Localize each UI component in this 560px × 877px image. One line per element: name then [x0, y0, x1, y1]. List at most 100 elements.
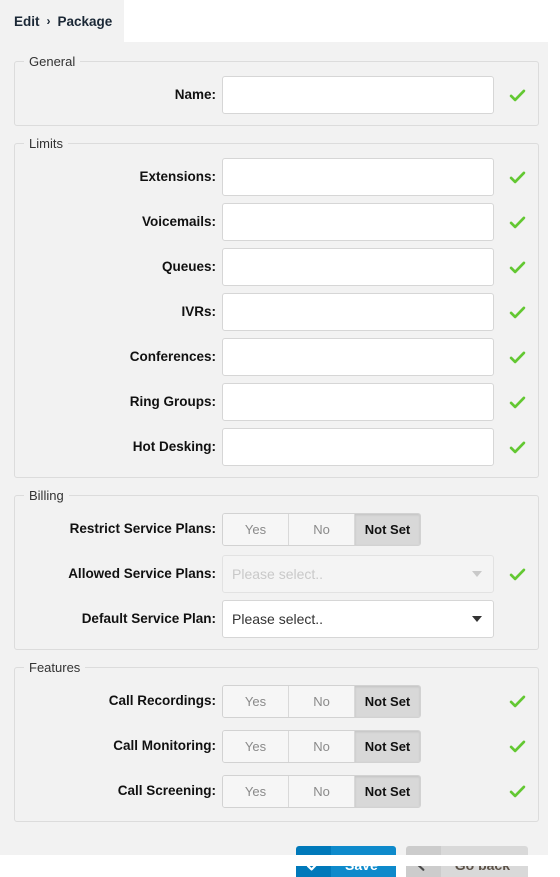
allowed-service-plans-value: Please select.. [232, 566, 324, 582]
label-extensions: Extensions: [139, 168, 216, 184]
section-billing: Billing Restrict Service Plans: Yes No N… [14, 489, 539, 650]
section-features-body: Call Recordings: Yes No Not Set Call Mon… [15, 674, 538, 821]
breadcrumb-current: Package [57, 13, 113, 29]
check-icon [509, 216, 525, 228]
field-wrap-default-service-plan: Please select.. [222, 600, 494, 638]
validity-slot-queues [494, 259, 538, 276]
section-general: General Name: [14, 55, 539, 126]
voicemails-input[interactable] [222, 203, 494, 241]
call-screening-option-no[interactable]: No [289, 775, 355, 807]
field-wrap-queues [222, 248, 494, 286]
call-recordings-option-not-set[interactable]: Not Set [355, 685, 420, 717]
check-icon [509, 351, 525, 363]
section-features-legend: Features [29, 660, 81, 675]
section-features: Features Call Recordings: Yes No Not Set [14, 661, 539, 822]
package-edit-page: Edit › Package General Name: Limits Exte… [0, 0, 560, 877]
field-row-hot-desking: Hot Desking: [15, 428, 538, 466]
call-monitoring-option-not-set[interactable]: Not Set [355, 730, 420, 762]
call-monitoring-option-no[interactable]: No [289, 730, 355, 762]
validity-slot-call-screening [494, 783, 538, 800]
check-icon [509, 171, 525, 183]
check-icon [509, 785, 525, 797]
label-ivrs: IVRs: [181, 303, 216, 319]
ivrs-input[interactable] [222, 293, 494, 331]
section-billing-legend: Billing [29, 488, 64, 503]
breadcrumb-root[interactable]: Edit [14, 14, 40, 29]
field-row-conferences: Conferences: [15, 338, 538, 376]
conferences-input[interactable] [222, 338, 494, 376]
check-icon [509, 306, 525, 318]
field-wrap-hot-desking [222, 428, 494, 466]
call-screening-option-yes[interactable]: Yes [223, 775, 289, 807]
tab-edit-package[interactable]: Edit › Package [0, 0, 124, 42]
extensions-input[interactable] [222, 158, 494, 196]
chevron-down-icon [472, 571, 482, 577]
field-row-default-service-plan: Default Service Plan: Please select.. [15, 600, 538, 638]
validity-slot-extensions [494, 169, 538, 186]
label-name: Name: [174, 86, 216, 102]
allowed-service-plans-select: Please select.. [222, 555, 494, 593]
field-wrap-extensions [222, 158, 494, 196]
label-ring-groups: Ring Groups: [129, 393, 216, 409]
restrict-service-plans-option-not-set[interactable]: Not Set [355, 513, 420, 545]
hot-desking-input[interactable] [222, 428, 494, 466]
validity-slot-name [494, 87, 538, 104]
call-recordings-option-yes[interactable]: Yes [223, 685, 289, 717]
restrict-service-plans-toggle[interactable]: Yes No Not Set [222, 512, 421, 546]
restrict-service-plans-option-yes[interactable]: Yes [223, 513, 289, 545]
field-row-voicemails: Voicemails: [15, 203, 538, 241]
check-icon [509, 695, 525, 707]
label-allowed-service-plans: Allowed Service Plans: [68, 565, 216, 581]
field-wrap-ivrs [222, 293, 494, 331]
form-canvas: General Name: Limits Extensions: Voicema… [0, 42, 548, 877]
field-row-restrict-service-plans: Restrict Service Plans: Yes No Not Set [15, 510, 538, 548]
name-input[interactable] [222, 76, 494, 114]
call-recordings-toggle[interactable]: Yes No Not Set [222, 684, 421, 718]
queues-input[interactable] [222, 248, 494, 286]
breadcrumb: Edit › Package [14, 14, 112, 29]
call-recordings-option-no[interactable]: No [289, 685, 355, 717]
default-service-plan-select[interactable]: Please select.. [222, 600, 494, 638]
check-icon [509, 568, 525, 580]
section-limits: Limits Extensions: Voicemails: Queues: I… [14, 137, 539, 478]
field-wrap-name [222, 76, 494, 114]
check-icon [509, 261, 525, 273]
call-screening-toggle[interactable]: Yes No Not Set [222, 774, 421, 808]
field-wrap-restrict-service-plans: Yes No Not Set [222, 512, 494, 546]
call-monitoring-toggle[interactable]: Yes No Not Set [222, 729, 421, 763]
section-billing-body: Restrict Service Plans: Yes No Not Set A… [15, 502, 538, 649]
label-restrict-service-plans: Restrict Service Plans: [69, 520, 216, 536]
section-general-legend: General [29, 54, 76, 69]
field-row-call-monitoring: Call Monitoring: Yes No Not Set [15, 727, 538, 765]
field-row-call-screening: Call Screening: Yes No Not Set [15, 772, 538, 810]
validity-slot-hot-desking [494, 439, 538, 456]
field-wrap-call-monitoring: Yes No Not Set [222, 729, 494, 763]
check-icon [509, 441, 525, 453]
canvas-bottom-edge [0, 855, 548, 866]
field-row-allowed-service-plans: Allowed Service Plans: Please select.. [15, 555, 538, 593]
call-monitoring-option-yes[interactable]: Yes [223, 730, 289, 762]
validity-slot-ivrs [494, 304, 538, 321]
section-general-body: Name: [15, 68, 538, 125]
validity-slot-ring-groups [494, 394, 538, 411]
label-call-monitoring: Call Monitoring: [113, 737, 216, 753]
validity-slot-call-monitoring [494, 738, 538, 755]
field-wrap-conferences [222, 338, 494, 376]
chevron-down-icon [472, 616, 482, 622]
validity-slot-call-recordings [494, 693, 538, 710]
call-screening-option-not-set[interactable]: Not Set [355, 775, 420, 807]
section-limits-body: Extensions: Voicemails: Queues: IVRs: Co… [15, 150, 538, 477]
ring-groups-input[interactable] [222, 383, 494, 421]
restrict-service-plans-option-no[interactable]: No [289, 513, 355, 545]
field-row-queues: Queues: [15, 248, 538, 286]
scrollbar-gutter[interactable] [548, 0, 560, 877]
label-default-service-plan: Default Service Plan: [81, 610, 216, 626]
validity-slot-conferences [494, 349, 538, 366]
tab-strip: Edit › Package [0, 0, 548, 42]
check-icon [509, 89, 525, 101]
field-row-ivrs: IVRs: [15, 293, 538, 331]
validity-slot-allowed-service-plans [494, 566, 538, 583]
field-row-name: Name: [15, 76, 538, 114]
label-call-screening: Call Screening: [117, 782, 216, 798]
field-row-call-recordings: Call Recordings: Yes No Not Set [15, 682, 538, 720]
